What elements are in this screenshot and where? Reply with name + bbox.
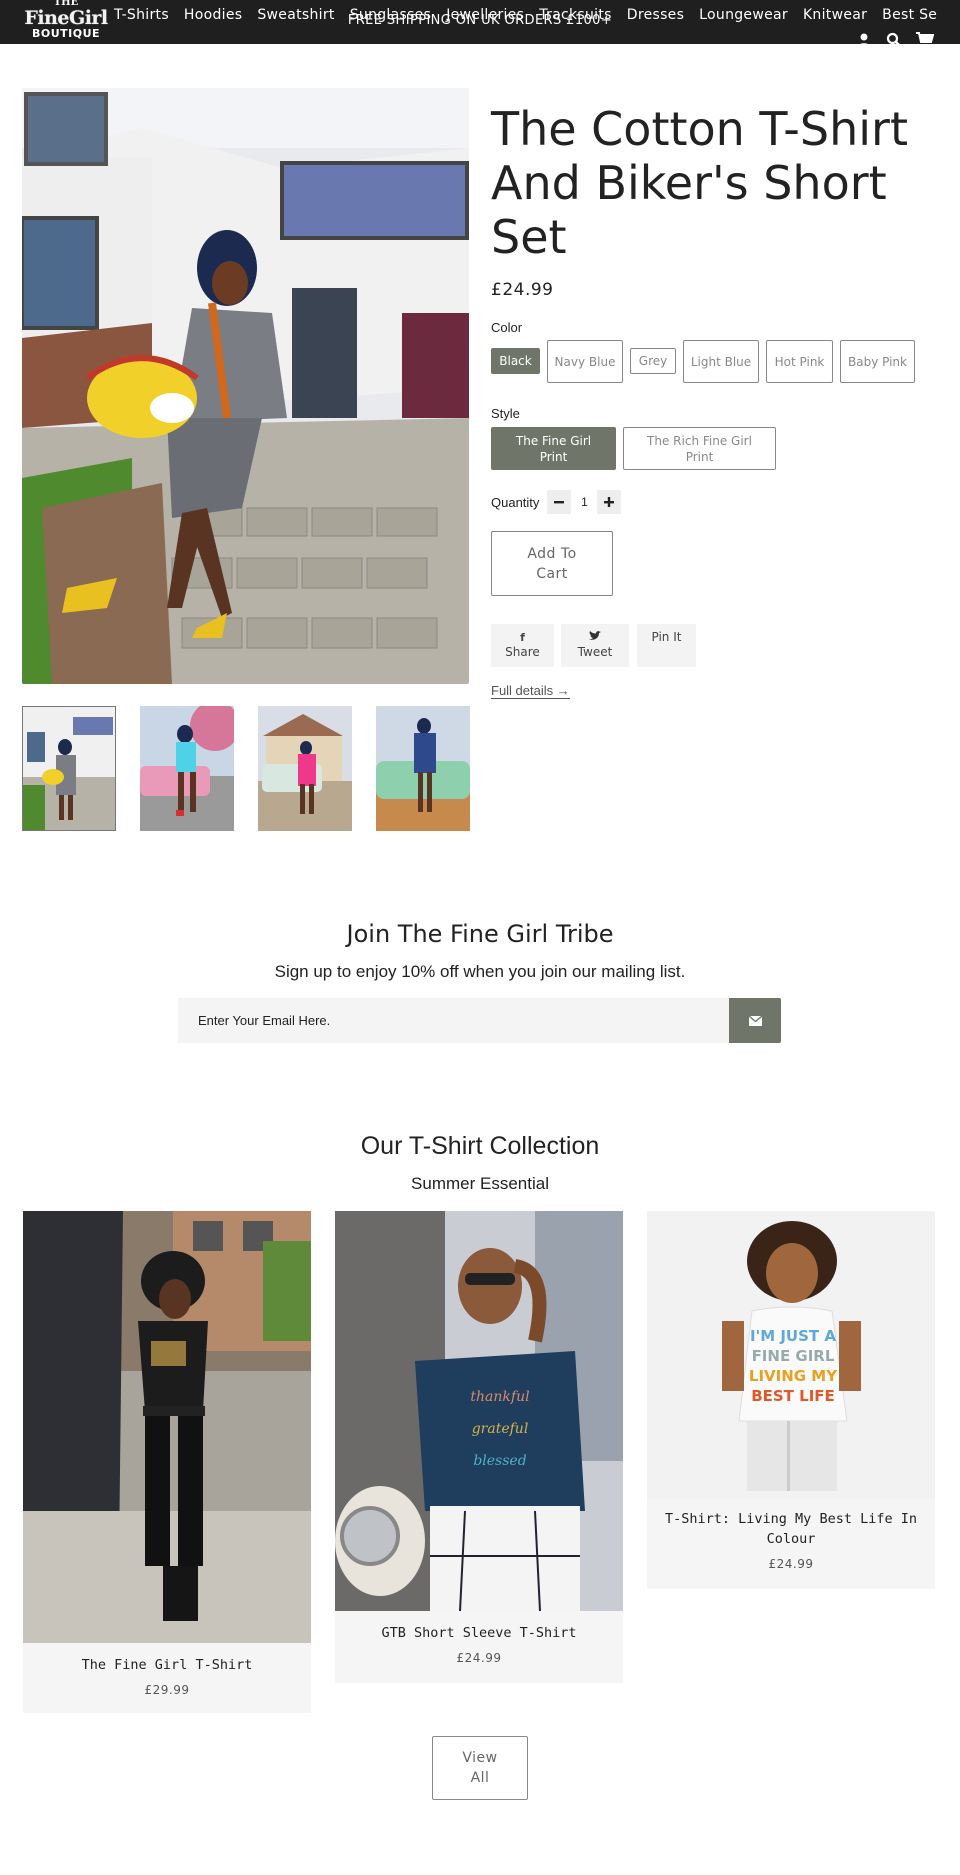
share-twitter-button[interactable]: Tweet bbox=[561, 624, 629, 667]
share-label: Share bbox=[505, 645, 540, 659]
main-product-image[interactable] bbox=[22, 88, 469, 684]
search-icon[interactable] bbox=[886, 32, 902, 44]
email-input[interactable]: Enter Your Email Here. bbox=[178, 998, 729, 1043]
svg-text:grateful: grateful bbox=[472, 1421, 529, 1437]
thumbnail-1[interactable] bbox=[22, 706, 116, 831]
color-option-baby-pink[interactable]: Baby Pink bbox=[840, 340, 915, 383]
product-card[interactable]: thankful grateful blessed GTB Short Sleeve… bbox=[335, 1211, 623, 1683]
subscribe-button[interactable] bbox=[729, 998, 781, 1043]
product-card-price: £24.99 bbox=[768, 1557, 814, 1571]
product-card-image[interactable] bbox=[23, 1211, 311, 1643]
quantity-value[interactable]: 1 bbox=[579, 495, 589, 509]
product-card-name[interactable]: T-Shirt: Living My Best Life In Colour bbox=[647, 1509, 935, 1549]
style-label: Style bbox=[491, 406, 520, 421]
product-card-name[interactable]: The Fine Girl T-Shirt bbox=[23, 1655, 311, 1675]
style-option-rich-fine-girl-print[interactable]: The Rich Fine Girl Print bbox=[623, 427, 776, 470]
nav-dresses[interactable]: Dresses bbox=[627, 7, 684, 23]
color-option-navy-blue[interactable]: Navy Blue bbox=[547, 340, 623, 383]
view-all-button[interactable]: View All bbox=[432, 1736, 528, 1800]
quantity-label: Quantity bbox=[491, 494, 540, 510]
product-price: £24.99 bbox=[491, 280, 554, 300]
logo-line-3: BOUTIQUE bbox=[31, 27, 101, 40]
product-card-image[interactable]: thankful grateful blessed bbox=[335, 1211, 623, 1611]
share-facebook-button[interactable]: f Share bbox=[491, 624, 554, 667]
add-to-cart-button[interactable]: Add To Cart bbox=[491, 531, 613, 596]
svg-text:FINE GIRL: FINE GIRL bbox=[752, 1347, 835, 1365]
site-header: THE FineGirl BOUTIQUE FREE SHIPPING ON U… bbox=[0, 0, 960, 44]
quantity-decrease-button[interactable] bbox=[547, 490, 572, 514]
color-option-light-blue[interactable]: Light Blue bbox=[683, 340, 759, 383]
nav-tracksuits[interactable]: Tracksuits bbox=[539, 7, 611, 23]
nav-loungewear[interactable]: Loungewear bbox=[699, 7, 788, 23]
svg-text:thankful: thankful bbox=[470, 1389, 529, 1405]
facebook-icon: f bbox=[520, 631, 525, 644]
product-card[interactable]: The Fine Girl T-Shirt £29.99 bbox=[23, 1211, 311, 1713]
nav-best-sellers[interactable]: Best Se bbox=[882, 7, 937, 23]
color-option-grey[interactable]: Grey bbox=[630, 348, 676, 374]
product-card-price: £29.99 bbox=[144, 1683, 190, 1697]
style-option-fine-girl-print[interactable]: The Fine Girl Print bbox=[491, 427, 616, 470]
pin-label: Pin It bbox=[651, 630, 682, 644]
color-option-black[interactable]: Black bbox=[491, 348, 540, 374]
main-nav: T-Shirts Hoodies Sweatshirt Sunglasses Jewel… bbox=[114, 4, 952, 23]
nav-sunglasses[interactable]: Sunglasses bbox=[350, 7, 431, 23]
newsletter-title: Join The Fine Girl Tribe bbox=[346, 920, 614, 948]
twitter-icon bbox=[561, 630, 629, 645]
account-icon[interactable] bbox=[856, 32, 872, 44]
color-option-hot-pink[interactable]: Hot Pink bbox=[766, 340, 833, 383]
color-label: Color bbox=[491, 320, 523, 335]
svg-text:I'M JUST A: I'M JUST A bbox=[750, 1327, 836, 1345]
svg-text:LIVING MY: LIVING MY bbox=[749, 1367, 838, 1385]
header-icons bbox=[856, 32, 935, 44]
product-card-image[interactable]: I'M JUST A FINE GIRL LIVING MY BEST LIFE bbox=[647, 1211, 935, 1499]
share-pinterest-button[interactable]: Pin It bbox=[637, 624, 696, 667]
nav-jewelleries[interactable]: Jewelleries bbox=[446, 7, 524, 23]
thumbnail-2[interactable] bbox=[140, 706, 234, 831]
full-details-link[interactable]: Full details → bbox=[491, 683, 570, 699]
nav-hoodies[interactable]: Hoodies bbox=[184, 7, 242, 23]
thumbnail-4[interactable] bbox=[376, 706, 470, 831]
svg-text:blessed: blessed bbox=[473, 1453, 526, 1469]
svg-text:BEST LIFE: BEST LIFE bbox=[751, 1387, 835, 1405]
quantity-stepper: Quantity 1 bbox=[491, 490, 622, 514]
product-card[interactable]: I'M JUST A FINE GIRL LIVING MY BEST LIFE T-… bbox=[647, 1211, 935, 1589]
collection-title: Our T-Shirt Collection bbox=[360, 1132, 600, 1160]
nav-knitwear[interactable]: Knitwear bbox=[803, 7, 867, 23]
product-title: The Cotton T-Shirt And Biker's Short Set bbox=[491, 102, 908, 264]
tweet-label: Tweet bbox=[577, 645, 613, 659]
product-card-price: £24.99 bbox=[456, 1651, 502, 1665]
envelope-icon bbox=[748, 1011, 762, 1030]
thumbnail-3[interactable] bbox=[258, 706, 352, 831]
newsletter-subtitle: Sign up to enjoy 10% off when you join o… bbox=[274, 962, 686, 981]
collection-subtitle: Summer Essential bbox=[411, 1174, 549, 1193]
quantity-increase-button[interactable] bbox=[597, 490, 622, 514]
product-card-name[interactable]: GTB Short Sleeve T-Shirt bbox=[335, 1623, 623, 1643]
nav-tshirts[interactable]: T-Shirts bbox=[114, 7, 169, 23]
cart-icon[interactable] bbox=[916, 32, 935, 44]
nav-sweatshirt[interactable]: Sweatshirt bbox=[257, 7, 334, 23]
